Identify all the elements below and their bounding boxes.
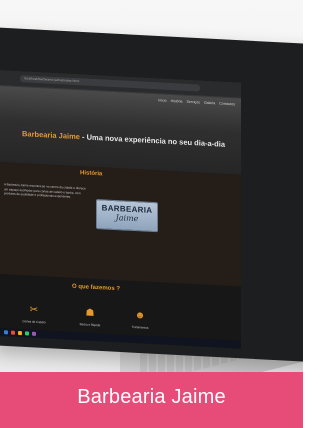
barbearia-logo: BARBEARIA Jaime: [96, 199, 158, 233]
history-text: A Barbearia Jaime encontra-se no centro …: [4, 182, 86, 199]
nav-item-historia[interactable]: História: [171, 99, 183, 104]
app-icon[interactable]: [11, 330, 15, 335]
nav-item-galeria[interactable]: Galeria: [204, 101, 215, 106]
face-icon: ☻: [134, 310, 146, 322]
beard-icon: ☗: [85, 307, 95, 319]
nav-item-servicos[interactable]: Serviços: [187, 100, 200, 105]
service-item: ✂ Cortes de Cabelo: [14, 303, 54, 325]
history-section: História A Barbearia Jaime encontra-se n…: [0, 162, 241, 287]
services-title: O que fazemos ?: [72, 283, 121, 293]
caption-label: Barbearia Jaime: [77, 386, 226, 408]
app-icon[interactable]: [25, 331, 29, 336]
service-label: Cortes de Cabelo: [22, 319, 46, 325]
top-nav: Início História Serviços Galeria Contact…: [158, 98, 235, 106]
hero-tagline: - Uma nova experiência no seu dia-a-dia: [79, 132, 225, 149]
service-label: Tratamentos: [131, 324, 149, 330]
start-icon[interactable]: [4, 330, 8, 335]
nav-item-inicio[interactable]: Início: [158, 98, 166, 102]
service-item: ☗ Barba e Bigode: [70, 306, 110, 328]
project-card[interactable]: localhost/barbearia-jaime/index.html Iní…: [0, 0, 303, 428]
app-icon[interactable]: [32, 331, 36, 336]
history-title: História: [80, 170, 103, 178]
folder-icon[interactable]: [18, 330, 22, 336]
nav-item-contactos[interactable]: Contactos: [219, 101, 235, 106]
service-item: ☻ Tratamentos: [120, 308, 160, 330]
laptop-screen: localhost/barbearia-jaime/index.html Iní…: [0, 70, 241, 349]
scissors-icon: ✂: [29, 304, 39, 317]
hero-brand: Barbearia Jaime: [22, 129, 80, 142]
service-label: Barba e Bigode: [79, 322, 101, 328]
hero-title: Barbearia Jaime - Uma nova experiência n…: [22, 129, 237, 149]
hero-section: Início História Serviços Galeria Contact…: [0, 86, 241, 175]
